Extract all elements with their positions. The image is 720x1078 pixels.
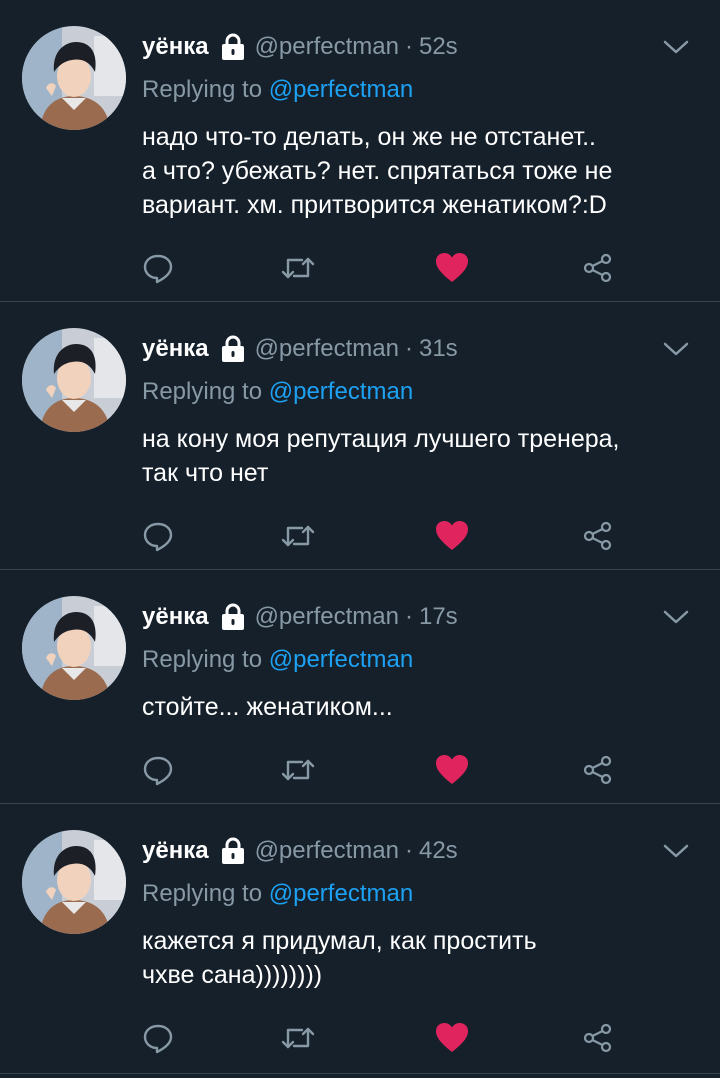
separator-dot: · — [404, 33, 413, 60]
separator-dot: · — [404, 837, 413, 864]
tweet-thread: уёнка @perfectman · 52s Replying to @per… — [0, 0, 720, 1078]
replying-to: Replying to @perfectman — [142, 646, 413, 674]
chevron-down-icon[interactable] — [662, 340, 690, 358]
heart-icon[interactable] — [432, 750, 472, 790]
heart-icon[interactable] — [432, 1018, 472, 1058]
display-name[interactable]: уёнка — [142, 603, 209, 631]
separator-dot: · — [404, 603, 413, 630]
username[interactable]: @perfectman — [255, 33, 399, 61]
reply-icon[interactable] — [138, 1018, 178, 1058]
tweet-text-line: чхве сана)))))))) — [142, 961, 323, 989]
tweet-text-line: так что нет — [142, 459, 269, 487]
retweet-icon[interactable] — [278, 1018, 318, 1058]
tweet-text-line: надо что-то делать, он же не отстанет.. — [142, 123, 596, 151]
share-icon[interactable] — [578, 750, 618, 790]
replying-to: Replying to @perfectman — [142, 880, 413, 908]
share-icon[interactable] — [578, 1018, 618, 1058]
reply-icon[interactable] — [138, 248, 178, 288]
retweet-icon[interactable] — [278, 750, 318, 790]
display-name[interactable]: уёнка — [142, 837, 209, 865]
action-bar — [0, 516, 720, 556]
timestamp[interactable]: 52s — [419, 33, 458, 61]
retweet-icon[interactable] — [278, 516, 318, 556]
tweet-header: уёнка @perfectman · 42s — [142, 834, 458, 868]
chevron-down-icon[interactable] — [662, 608, 690, 626]
avatar[interactable] — [22, 328, 126, 432]
chevron-down-icon[interactable] — [662, 842, 690, 860]
lock-icon — [219, 32, 247, 62]
action-bar — [0, 750, 720, 790]
avatar[interactable] — [22, 830, 126, 934]
reply-mention-link[interactable]: @perfectman — [269, 646, 413, 673]
reply-icon[interactable] — [138, 516, 178, 556]
tweet[interactable]: уёнка @perfectman · 52s Replying to @per… — [0, 0, 720, 302]
tweet-text: стойте... женатиком... — [142, 690, 702, 724]
tweet[interactable]: уёнка @perfectman · 17s Replying to @per… — [0, 570, 720, 804]
tweet[interactable]: уёнка @perfectman · 31s Replying to @per… — [0, 302, 720, 570]
lock-icon — [219, 602, 247, 632]
tweet-text-line: стойте... женатиком... — [142, 693, 393, 721]
chevron-down-icon[interactable] — [662, 38, 690, 56]
reply-mention-link[interactable]: @perfectman — [269, 76, 413, 103]
username[interactable]: @perfectman — [255, 603, 399, 631]
replying-to-label: Replying to — [142, 76, 269, 103]
timestamp[interactable]: 17s — [419, 603, 458, 631]
display-name[interactable]: уёнка — [142, 33, 209, 61]
action-bar — [0, 1018, 720, 1058]
share-icon[interactable] — [578, 516, 618, 556]
reply-mention-link[interactable]: @perfectman — [269, 880, 413, 907]
share-icon[interactable] — [578, 248, 618, 288]
reply-mention-link[interactable]: @perfectman — [269, 378, 413, 405]
tweet-text-line: кажется я придумал, как простить — [142, 927, 537, 955]
tweet-text-line: вариант. хм. притворится женатиком?:D — [142, 191, 607, 219]
tweet-text: кажется я придумал, как простить чхве са… — [142, 924, 702, 992]
tweet-text-line: а что? убежать? нет. спрятаться тоже не — [142, 157, 613, 185]
tweet-text: надо что-то делать, он же не отстанет.. … — [142, 120, 702, 222]
action-bar — [0, 248, 720, 288]
avatar[interactable] — [22, 26, 126, 130]
replying-to: Replying to @perfectman — [142, 76, 413, 104]
username[interactable]: @perfectman — [255, 837, 399, 865]
replying-to-label: Replying to — [142, 378, 269, 405]
tweet[interactable]: уёнка @perfectman · 42s Replying to @per… — [0, 804, 720, 1074]
timestamp[interactable]: 31s — [419, 335, 458, 363]
avatar[interactable] — [22, 596, 126, 700]
replying-to-label: Replying to — [142, 880, 269, 907]
tweet-text: на кону моя репутация лучшего тренера, т… — [142, 422, 702, 490]
heart-icon[interactable] — [432, 248, 472, 288]
tweet-header: уёнка @perfectman · 17s — [142, 600, 458, 634]
username[interactable]: @perfectman — [255, 335, 399, 363]
retweet-icon[interactable] — [278, 248, 318, 288]
tweet-header: уёнка @perfectman · 31s — [142, 332, 458, 366]
lock-icon — [219, 836, 247, 866]
tweet-text-line: на кону моя репутация лучшего тренера, — [142, 425, 620, 453]
display-name[interactable]: уёнка — [142, 335, 209, 363]
replying-to: Replying to @perfectman — [142, 378, 413, 406]
heart-icon[interactable] — [432, 516, 472, 556]
replying-to-label: Replying to — [142, 646, 269, 673]
reply-icon[interactable] — [138, 750, 178, 790]
lock-icon — [219, 334, 247, 364]
separator-dot: · — [404, 335, 413, 362]
timestamp[interactable]: 42s — [419, 837, 458, 865]
tweet-header: уёнка @perfectman · 52s — [142, 30, 458, 64]
